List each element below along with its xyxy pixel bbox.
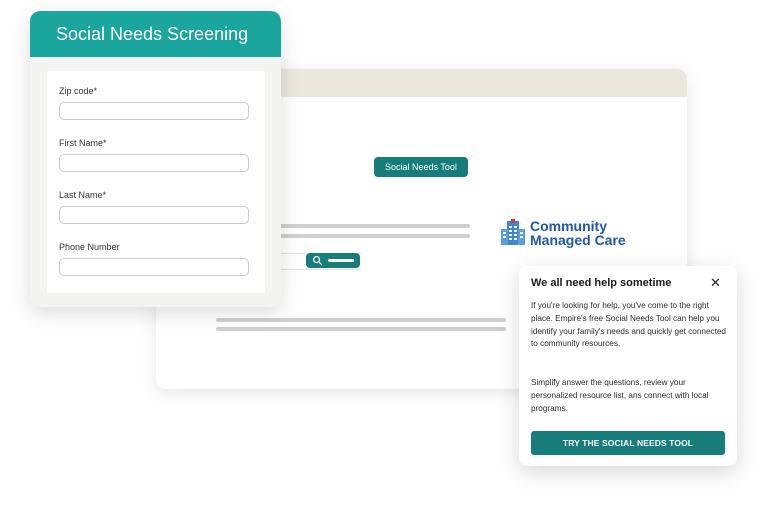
- placeholder-line: [216, 318, 506, 322]
- help-popup: We all need help sometime ✕ If you're lo…: [519, 266, 737, 466]
- phone-number-label: Phone Number: [59, 242, 120, 252]
- popup-paragraph-2: Simplify answer the questions, review yo…: [531, 378, 709, 413]
- close-icon[interactable]: ✕: [710, 275, 721, 291]
- zip-code-label: Zip code*: [59, 86, 98, 96]
- popup-paragraph-1: If you're looking for help, you've come …: [531, 301, 726, 349]
- form-title: Social Needs Screening: [30, 11, 281, 57]
- logo-line-2: Managed Care: [530, 232, 626, 248]
- building-icon: [501, 219, 525, 245]
- zip-code-input[interactable]: [59, 102, 249, 120]
- search-icon: [313, 256, 323, 266]
- last-name-label: Last Name*: [59, 190, 107, 200]
- last-name-input[interactable]: [59, 206, 249, 224]
- logo-line-1: Community: [530, 218, 607, 234]
- try-social-needs-tool-button[interactable]: TRY THE SOCIAL NEEDS TOOL: [531, 431, 725, 455]
- search-placeholder-bar: [328, 259, 354, 262]
- social-needs-tool-button[interactable]: Social Needs Tool: [374, 157, 468, 177]
- first-name-input[interactable]: [59, 154, 249, 172]
- social-needs-screening-form: Social Needs Screening Zip code* First N…: [30, 11, 281, 307]
- first-name-label: First Name*: [59, 138, 107, 148]
- search-button[interactable]: [306, 253, 360, 268]
- placeholder-line: [216, 327, 506, 331]
- placeholder-line: [276, 234, 470, 238]
- placeholder-line: [276, 224, 470, 228]
- form-body: Zip code* First Name* Last Name* Phone N…: [47, 71, 265, 293]
- phone-number-input[interactable]: [59, 258, 249, 276]
- community-managed-care-logo: Community Managed Care: [500, 219, 626, 247]
- popup-title: We all need help sometime: [531, 277, 672, 289]
